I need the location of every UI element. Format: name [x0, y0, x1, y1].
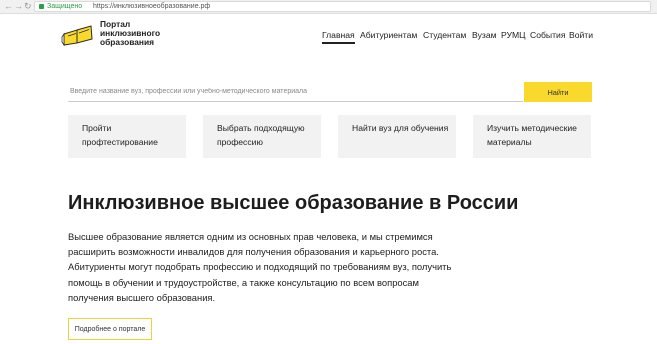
site-logo[interactable]: Портал инклюзивного образования	[100, 20, 180, 47]
tile-label: Пройти профтестирование	[82, 123, 158, 147]
search-input[interactable]	[68, 82, 523, 102]
nav-item-home[interactable]: Главная	[322, 29, 355, 44]
tile-label: Найти вуз для обучения	[352, 123, 449, 133]
arrow-left-icon[interactable]: ←	[4, 1, 13, 12]
reload-icon[interactable]: ↻	[24, 1, 32, 12]
arrow-right-icon[interactable]: →	[14, 1, 23, 12]
tile-label: Изучить методические материалы	[487, 123, 577, 147]
nav-item-universities[interactable]: Вузам	[472, 29, 497, 41]
lock-icon	[39, 4, 44, 9]
browser-toolbar: ← → ↻ Защищено https://инклюзивноеобразо…	[0, 0, 657, 14]
tile-study-materials[interactable]: Изучить методические материалы	[473, 115, 591, 158]
book-logo-icon[interactable]	[61, 24, 97, 46]
tile-find-university[interactable]: Найти вуз для обучения	[338, 115, 456, 158]
nav-item-login[interactable]: Войти	[569, 29, 593, 41]
intro-paragraph: Высшее образование является одним из осн…	[68, 231, 452, 303]
search-button[interactable]: Найти	[524, 82, 592, 102]
secure-label: Защищено	[47, 3, 83, 10]
tile-choose-profession[interactable]: Выбрать подходящую профессию	[203, 115, 321, 158]
tile-career-test[interactable]: Пройти профтестирование	[68, 115, 186, 158]
tile-label: Выбрать подходящую профессию	[217, 123, 305, 147]
nav-item-applicants[interactable]: Абитуриентам	[360, 29, 417, 41]
logo-line-3: образования	[100, 37, 155, 47]
url-text[interactable]: https://инклюзивноеобразование.рф	[93, 2, 210, 11]
page-title: Инклюзивное высшее образование в России	[68, 192, 519, 214]
address-bar[interactable]: Защищено https://инклюзивноеобразование.…	[34, 1, 651, 12]
nav-item-events[interactable]: События	[530, 29, 565, 41]
more-about-portal-button[interactable]: Подробнее о портале	[68, 318, 152, 340]
nav-item-rumc[interactable]: РУМЦ	[501, 29, 526, 41]
nav-item-students[interactable]: Студентам	[423, 29, 466, 41]
